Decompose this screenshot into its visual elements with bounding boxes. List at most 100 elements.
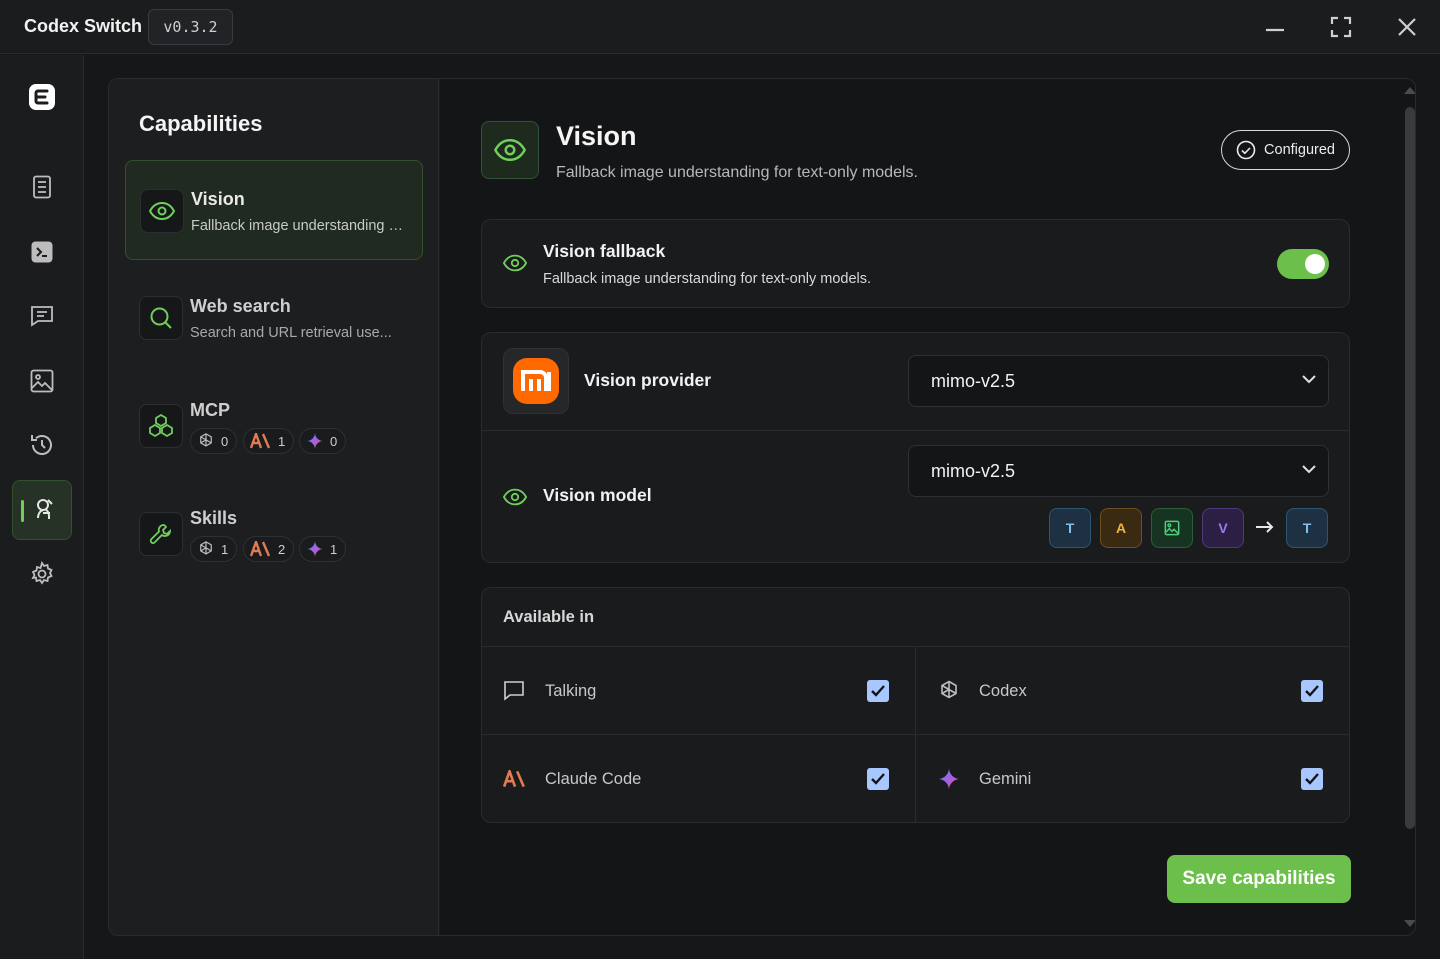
eye-icon xyxy=(140,189,184,233)
check-circle-icon xyxy=(1236,140,1256,160)
settings-icon xyxy=(31,561,53,585)
eye-icon xyxy=(481,121,539,179)
gemini-icon xyxy=(306,540,324,558)
claude-count-chip: 1 xyxy=(243,428,295,454)
capability-item-skills[interactable]: Skills 1 2 1 xyxy=(125,484,423,584)
check-icon xyxy=(871,685,885,697)
detail-title: Vision xyxy=(556,121,637,151)
scroll-down-icon[interactable] xyxy=(1403,919,1416,929)
chat-bubble-icon xyxy=(503,680,525,702)
model-label: Vision model xyxy=(543,485,652,505)
chip-count: 2 xyxy=(278,541,286,557)
check-icon xyxy=(1305,685,1319,697)
capabilities-icon xyxy=(37,499,53,519)
divider xyxy=(482,430,1349,431)
fallback-title: Vision fallback xyxy=(543,241,666,261)
text-input-cap: T xyxy=(1049,508,1091,548)
capability-desc: Fallback image understanding for text-on… xyxy=(191,218,406,234)
close-button[interactable] xyxy=(1392,12,1422,42)
gemini-icon xyxy=(937,767,961,791)
capability-title: MCP xyxy=(190,400,230,420)
anthropic-icon xyxy=(250,433,271,449)
codex-checkbox[interactable] xyxy=(1301,680,1323,702)
active-indicator xyxy=(21,500,24,522)
available-in-card: Available in Talking Codex Claude Code G… xyxy=(481,587,1350,823)
gemini-count-chip: 1 xyxy=(299,536,347,562)
maximize-button[interactable] xyxy=(1326,12,1356,42)
divider xyxy=(482,646,1349,647)
gemini-checkbox[interactable] xyxy=(1301,768,1323,790)
rail-terminal-button[interactable] xyxy=(12,222,72,282)
logo-icon xyxy=(12,67,72,127)
search-icon xyxy=(139,296,183,340)
capability-item-mcp[interactable]: MCP 0 1 0 xyxy=(125,376,423,476)
capability-desc: Search and URL retrieval use... xyxy=(190,325,392,341)
openai-icon xyxy=(200,541,212,555)
save-capabilities-button[interactable]: Save capabilities xyxy=(1167,855,1351,903)
cubes-icon xyxy=(139,404,183,448)
minimize-icon xyxy=(1266,28,1284,32)
scrollbar[interactable] xyxy=(1397,79,1416,935)
rail-chat-button[interactable] xyxy=(12,286,72,346)
rail-history-button[interactable] xyxy=(12,415,72,475)
vision-fallback-card: Vision fallback Fallback image understan… xyxy=(481,219,1350,308)
vision-fallback-toggle[interactable] xyxy=(1277,249,1329,279)
minimize-button[interactable] xyxy=(1260,12,1290,42)
capability-list: Capabilities Vision Fallback image under… xyxy=(109,79,439,935)
history-icon xyxy=(31,435,52,455)
video-input-cap: V xyxy=(1202,508,1244,548)
vision-config-card: Vision provider mimo-v2.5 Vision model m… xyxy=(481,332,1350,563)
capabilities-heading: Capabilities xyxy=(139,111,263,136)
chevron-down-icon xyxy=(1302,375,1316,384)
rail-settings-button[interactable] xyxy=(12,544,72,604)
model-select[interactable]: mimo-v2.5 xyxy=(908,445,1329,497)
anthropic-icon xyxy=(503,770,527,788)
openai-icon xyxy=(937,679,961,703)
codex-count-chip: 0 xyxy=(190,428,238,454)
terminal-icon xyxy=(31,241,53,263)
wrench-icon xyxy=(139,512,183,556)
rail-images-button[interactable] xyxy=(12,351,72,411)
target-label-talking: Talking xyxy=(545,682,597,700)
chip-count: 1 xyxy=(221,541,229,557)
chip-count: 0 xyxy=(221,433,229,449)
arrow-right-icon xyxy=(1255,520,1275,534)
close-icon xyxy=(1398,18,1416,36)
check-icon xyxy=(871,773,885,785)
audio-input-cap: A xyxy=(1100,508,1142,548)
text-output-cap: T xyxy=(1286,508,1328,548)
scroll-up-icon[interactable] xyxy=(1403,85,1416,95)
toggle-knob xyxy=(1305,254,1325,274)
capability-title: Vision xyxy=(191,189,245,209)
maximize-icon xyxy=(1330,16,1352,38)
claude-code-checkbox[interactable] xyxy=(867,768,889,790)
provider-value: mimo-v2.5 xyxy=(931,371,1016,391)
target-label-codex: Codex xyxy=(979,682,1027,700)
main-panel: Capabilities Vision Fallback image under… xyxy=(108,78,1416,936)
gemini-count-chip: 0 xyxy=(299,428,347,454)
configured-badge: Configured xyxy=(1221,130,1350,170)
capability-item-web-search[interactable]: Web search Search and URL retrieval use.… xyxy=(125,268,423,368)
version-badge: v0.3.2 xyxy=(148,9,233,45)
image-input-cap xyxy=(1151,508,1193,548)
provider-label: Vision provider xyxy=(584,370,712,390)
divider xyxy=(915,647,916,822)
scroll-thumb[interactable] xyxy=(1405,107,1415,829)
divider xyxy=(482,734,1349,735)
chevron-down-icon xyxy=(1302,465,1316,474)
talking-checkbox[interactable] xyxy=(867,680,889,702)
provider-select[interactable]: mimo-v2.5 xyxy=(908,355,1329,407)
chat-icon xyxy=(31,306,53,327)
capability-item-vision[interactable]: Vision Fallback image understanding for … xyxy=(125,160,423,260)
target-label-gemini: Gemini xyxy=(979,770,1032,788)
anthropic-icon xyxy=(250,541,271,557)
configured-label: Configured xyxy=(1264,142,1335,158)
rail-documents-button[interactable] xyxy=(12,157,72,217)
fallback-description: Fallback image understanding for text-on… xyxy=(543,271,872,287)
chip-count: 1 xyxy=(330,541,338,557)
codex-count-chip: 1 xyxy=(190,536,238,562)
available-in-heading: Available in xyxy=(503,608,595,626)
detail-description: Fallback image understanding for text-on… xyxy=(556,164,918,181)
openai-icon xyxy=(200,433,212,447)
capability-detail: Vision Fallback image understanding for … xyxy=(440,79,1415,935)
